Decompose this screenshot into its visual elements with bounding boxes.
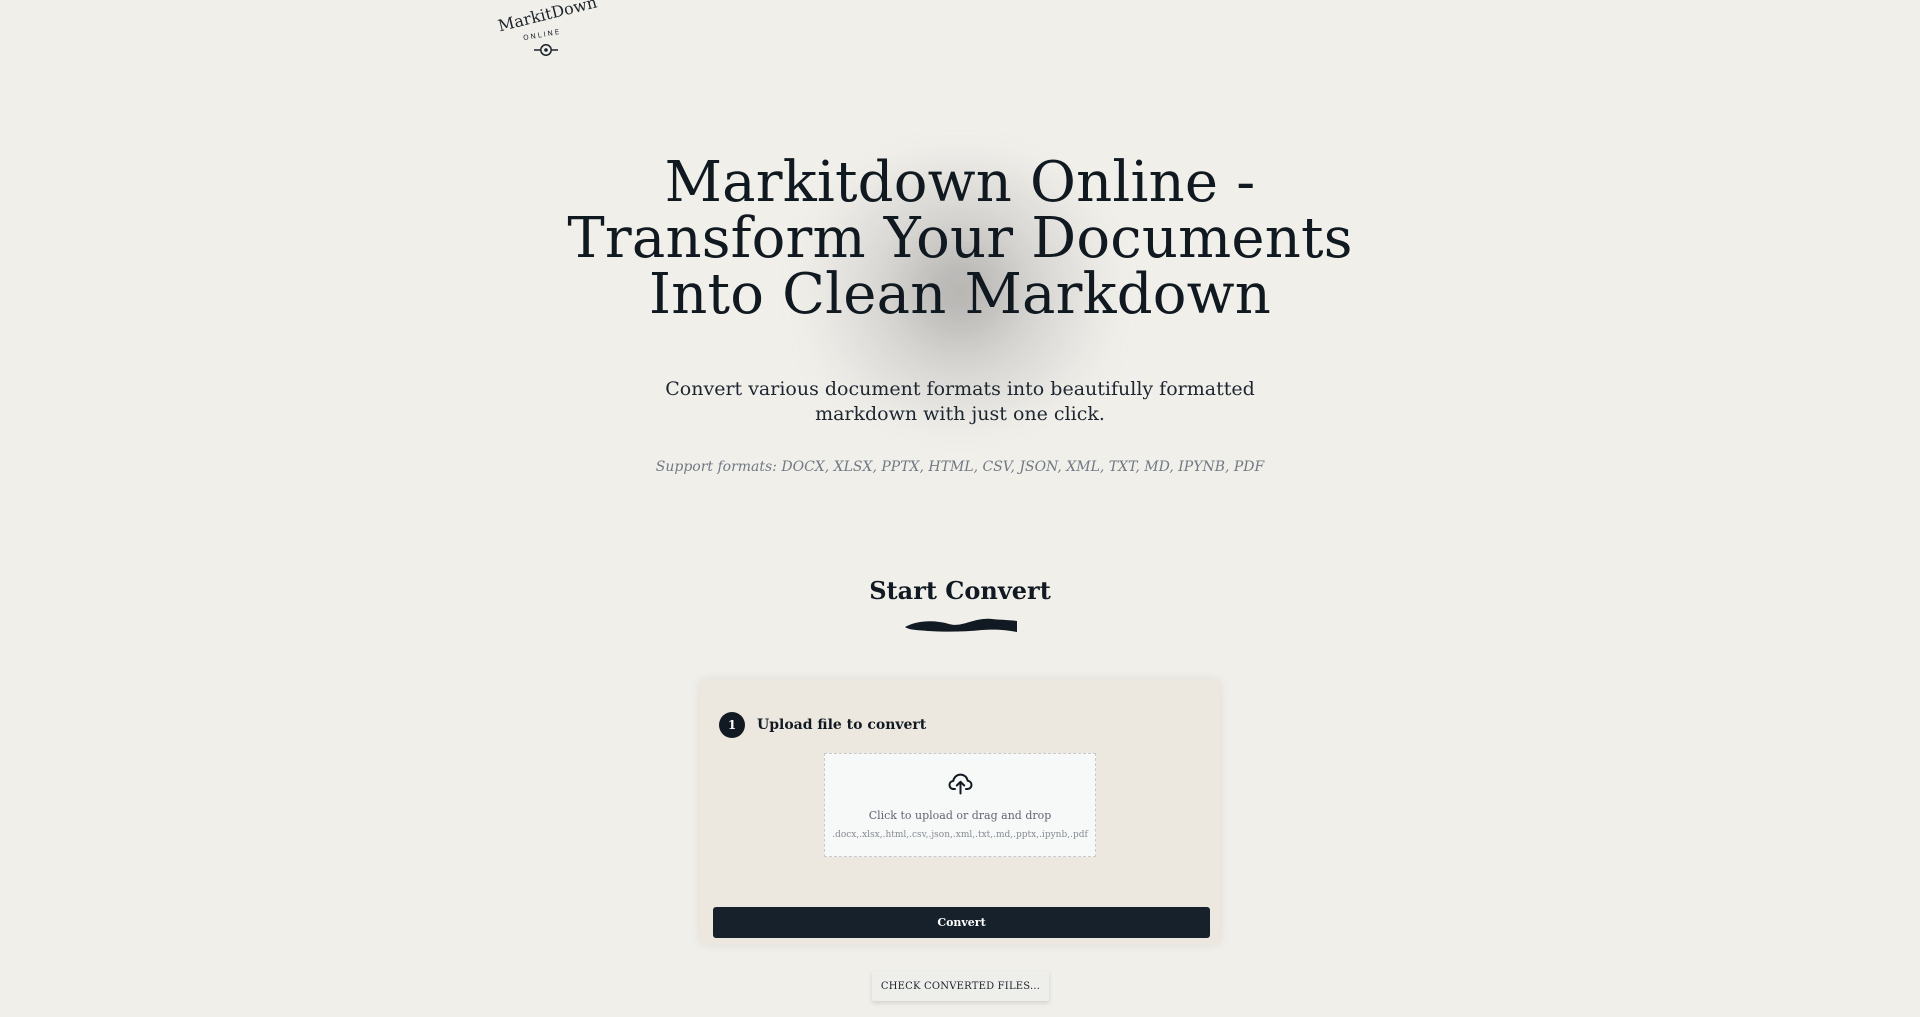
step-label: Upload file to convert: [757, 717, 927, 733]
markitdown-page: MarkitDown ONLINE Markitdown Online - Tr…: [0, 0, 1920, 1017]
upload-step: 1 Upload file to convert: [719, 712, 926, 738]
circle-target-icon: [534, 44, 558, 56]
hero-subtitle: Convert various document formats into be…: [665, 378, 1255, 425]
converter-card: 1 Upload file to convert Click to upload…: [700, 680, 1220, 944]
check-converted-files-button[interactable]: CHECK CONVERTED FILES...: [872, 971, 1049, 1001]
brush-underline-icon: [905, 618, 1017, 632]
supported-formats-text: Support formats: DOCX, XLSX, PPTX, HTML,…: [655, 459, 1265, 475]
convert-button[interactable]: Convert: [713, 907, 1210, 938]
markitdown-logo-link[interactable]: MarkitDown ONLINE: [493, 0, 599, 60]
accepted-file-types: .docx,.xlsx,.html,.csv,.json,.xml,.txt,.…: [832, 830, 1088, 840]
cloud-upload-icon: [948, 773, 973, 795]
page-title: Markitdown Online - Transform Your Docum…: [567, 150, 1353, 327]
start-convert-title: Start Convert: [869, 576, 1051, 605]
step-number-badge: 1: [719, 712, 745, 738]
dropzone-main-text: Click to upload or drag and drop: [868, 809, 1052, 822]
file-upload-dropzone[interactable]: Click to upload or drag and drop .docx,.…: [824, 753, 1096, 857]
logo-subtext: ONLINE: [522, 27, 562, 43]
